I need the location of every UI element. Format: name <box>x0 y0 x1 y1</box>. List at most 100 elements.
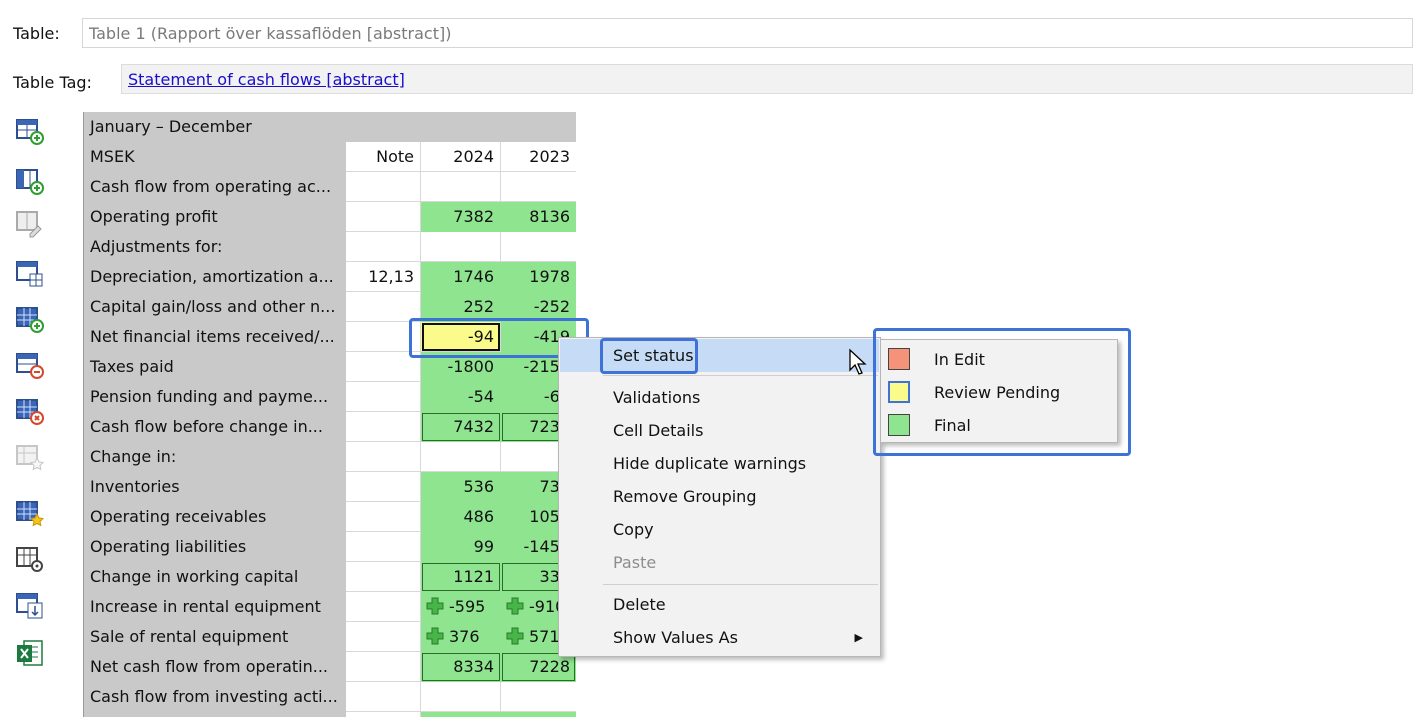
status-final[interactable]: Final <box>882 409 1116 442</box>
value-2024-cell[interactable]: 99 <box>421 532 501 562</box>
column-add-icon[interactable] <box>14 166 48 198</box>
note-cell[interactable] <box>346 562 421 592</box>
value-2024-cell[interactable]: -1800 <box>421 352 501 382</box>
note-cell[interactable] <box>346 352 421 382</box>
note-cell[interactable] <box>346 682 421 712</box>
note-cell[interactable] <box>346 592 421 622</box>
expand-plus-icon[interactable] <box>425 596 445 616</box>
status-review-pending[interactable]: Review Pending <box>882 376 1116 409</box>
table-grid-icon[interactable] <box>14 258 48 290</box>
row-label: Pension funding and payme... <box>90 387 329 406</box>
unit-label: MSEK <box>90 147 135 166</box>
note-cell[interactable]: 12,13 <box>346 262 421 292</box>
menu-hide-duplicate-warnings[interactable]: Hide duplicate warnings <box>560 447 879 480</box>
table-settings-icon[interactable] <box>14 544 48 576</box>
note-cell[interactable] <box>346 712 421 717</box>
menu-cell-details[interactable]: Cell Details <box>560 414 879 447</box>
value-2023-cell[interactable]: 8136 <box>501 202 576 232</box>
submenu-arrow-icon: ▶ <box>854 631 863 644</box>
status-in-edit[interactable]: In Edit <box>882 343 1116 376</box>
excel-icon[interactable] <box>14 638 48 670</box>
note-cell[interactable] <box>346 502 421 532</box>
value-2024-cell[interactable]: 7432 <box>421 412 501 442</box>
value-2024-cell[interactable] <box>421 172 501 202</box>
note-cell[interactable] <box>346 322 421 352</box>
table-sort-icon[interactable] <box>14 590 48 622</box>
note-header: Note <box>346 142 421 172</box>
table-name-field[interactable]: Table 1 (Rapport över kassaflöden [abstr… <box>82 18 1413 48</box>
value-2024-cell[interactable]: 486 <box>421 502 501 532</box>
table-tag-link[interactable]: Statement of cash flows [abstract] <box>128 70 405 89</box>
table-row: Inventories 536 736 <box>84 472 576 502</box>
value-2023-cell[interactable] <box>501 712 576 717</box>
value-2024-cell[interactable]: -94 <box>421 322 501 352</box>
value-2024-cell[interactable]: 8334 <box>421 652 501 682</box>
note-cell[interactable] <box>346 202 421 232</box>
note-cell[interactable] <box>346 292 421 322</box>
table-row: Cash flow from investing acti... <box>84 682 576 712</box>
cell-value: 252 <box>463 297 494 316</box>
row-label: Change in: <box>90 447 177 466</box>
expand-plus-icon[interactable] <box>505 626 525 646</box>
value-2024-cell[interactable] <box>421 682 501 712</box>
cell-value: 536 <box>463 477 494 496</box>
row-label: Net cash flow from operatin... <box>90 657 328 676</box>
row-label: Change in working capital <box>90 567 299 586</box>
value-2024-cell[interactable] <box>421 712 501 717</box>
menu-set-status[interactable]: Set status <box>560 339 879 372</box>
value-2024-cell[interactable]: -54 <box>421 382 501 412</box>
menu-copy[interactable]: Copy <box>560 513 879 546</box>
row-label: Operating liabilities <box>90 537 247 556</box>
note-cell[interactable] <box>346 472 421 502</box>
status-submenu: In Edit Review Pending Final <box>880 339 1118 443</box>
note-cell[interactable] <box>346 172 421 202</box>
note-cell[interactable] <box>346 232 421 262</box>
note-cell[interactable] <box>346 442 421 472</box>
menu-show-values-as[interactable]: Show Values As ▶ <box>560 621 879 654</box>
value-2024-cell[interactable] <box>421 232 501 262</box>
value-2023-cell[interactable] <box>501 172 576 202</box>
mouse-cursor-icon <box>849 348 867 375</box>
expand-plus-icon[interactable] <box>425 626 445 646</box>
value-2024-cell[interactable]: 1121 <box>421 562 501 592</box>
table-row: Operating profit 7382 8136 <box>84 202 576 232</box>
cell-value: 1978 <box>529 267 570 286</box>
value-2024-cell[interactable]: 7382 <box>421 202 501 232</box>
value-2023-cell[interactable] <box>501 682 576 712</box>
expand-plus-icon[interactable] <box>505 596 525 616</box>
cell-value: 1746 <box>453 267 494 286</box>
value-2024-cell[interactable]: 1746 <box>421 262 501 292</box>
table-row: Increase in rental equipment -595 -910 <box>84 592 576 622</box>
value-2024-cell[interactable] <box>421 442 501 472</box>
value-2024-cell[interactable]: -595 <box>421 592 501 622</box>
table-delete-icon[interactable] <box>14 396 48 428</box>
value-2023-cell[interactable]: -252 <box>501 292 576 322</box>
note-cell[interactable] <box>346 382 421 412</box>
value-2023-cell[interactable]: 1978 <box>501 262 576 292</box>
grid-header-period: January – December <box>84 112 576 142</box>
period-label: January – December <box>90 117 252 136</box>
menu-remove-grouping[interactable]: Remove Grouping <box>560 480 879 513</box>
row-label: Cash flow from investing acti... <box>90 687 338 706</box>
value-2024-cell[interactable]: 536 <box>421 472 501 502</box>
menu-delete[interactable]: Delete <box>560 588 879 621</box>
row-label: Operating profit <box>90 207 218 226</box>
table-remove-icon[interactable] <box>14 350 48 382</box>
table-row <box>84 712 576 717</box>
table-tag-field[interactable]: Statement of cash flows [abstract] <box>121 64 1413 94</box>
final-swatch <box>888 414 910 436</box>
value-2024-cell[interactable]: 252 <box>421 292 501 322</box>
note-cell[interactable] <box>346 652 421 682</box>
table-edit-icon <box>14 208 48 240</box>
cell-value: -94 <box>467 327 494 346</box>
table-add-green-icon[interactable] <box>14 304 48 336</box>
note-cell[interactable] <box>346 532 421 562</box>
note-cell[interactable] <box>346 412 421 442</box>
note-cell[interactable] <box>346 622 421 652</box>
row-label: Depreciation, amortization a... <box>90 267 334 286</box>
value-2023-cell[interactable] <box>501 232 576 262</box>
menu-validations[interactable]: Validations <box>560 381 879 414</box>
table-add-icon[interactable] <box>14 116 48 148</box>
value-2024-cell[interactable]: 376 <box>421 622 501 652</box>
table-star-icon[interactable] <box>14 498 48 530</box>
